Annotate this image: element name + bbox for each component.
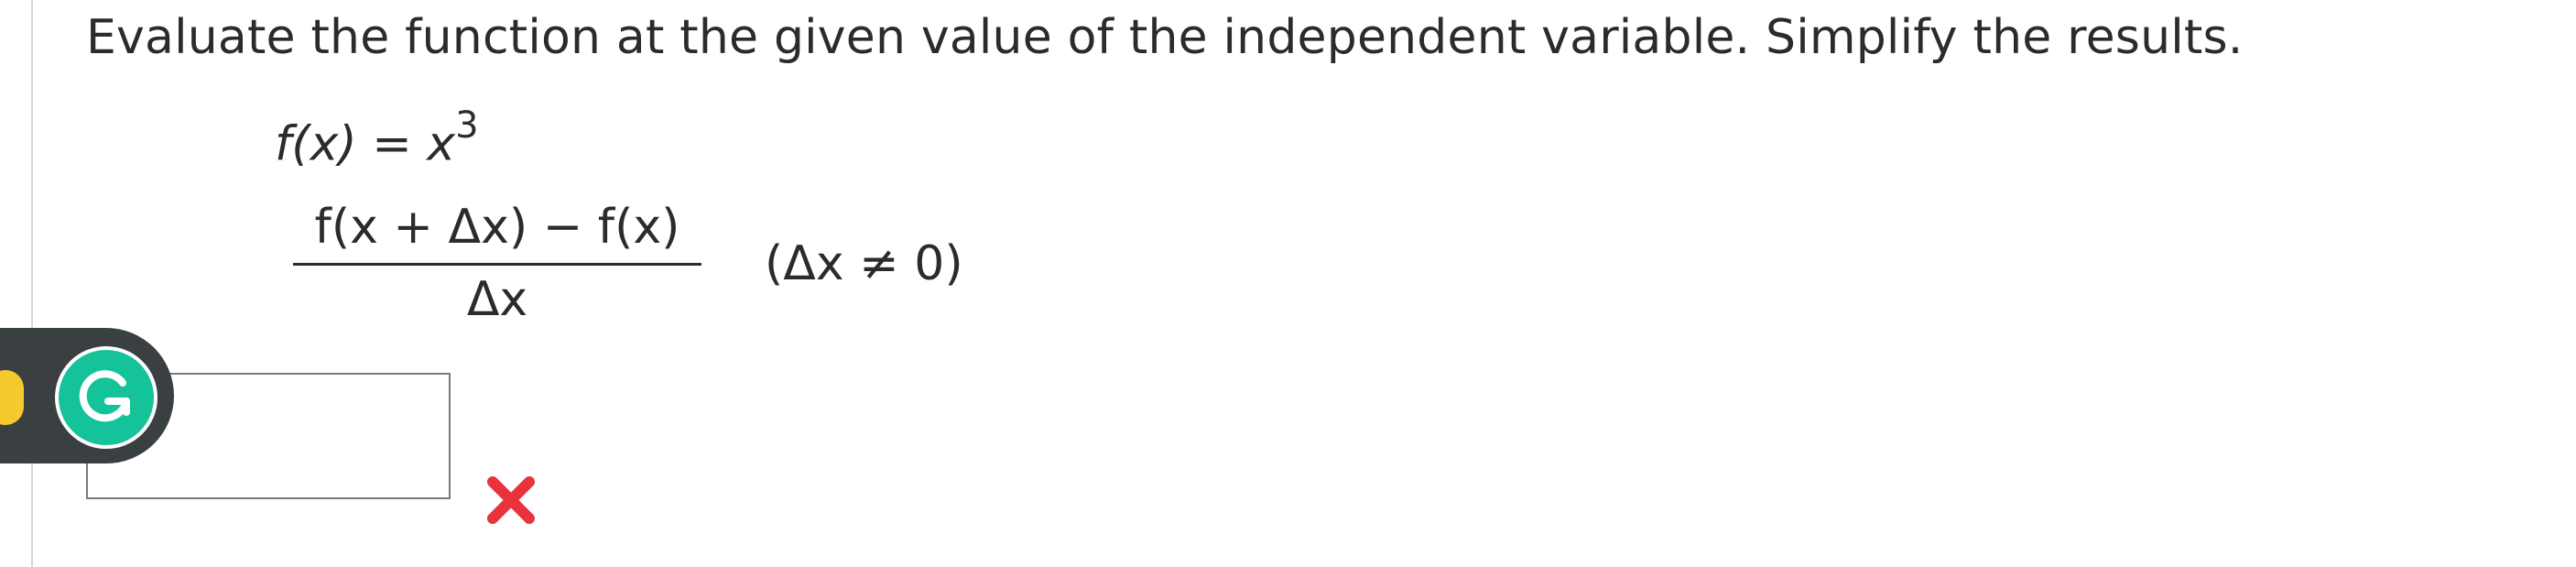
fraction-bar bbox=[293, 263, 701, 266]
left-divider bbox=[31, 0, 33, 567]
quotient-denominator: Δx bbox=[466, 272, 528, 327]
equals-sign: = bbox=[372, 116, 412, 172]
grammarly-g-icon[interactable] bbox=[55, 346, 158, 449]
function-definition: f(x) = x3 bbox=[275, 99, 479, 176]
delta-condition: (Δx ≠ 0) bbox=[765, 236, 963, 291]
question-prompt: Evaluate the function at the given value… bbox=[86, 10, 2244, 65]
incorrect-x-icon bbox=[487, 476, 535, 524]
difference-quotient: f(x + Δx) − f(x) Δx bbox=[293, 197, 701, 330]
function-exponent: 3 bbox=[455, 104, 479, 147]
lightbulb-icon[interactable] bbox=[0, 370, 24, 425]
function-name: f(x) bbox=[275, 116, 357, 172]
g-letter-icon bbox=[79, 370, 130, 422]
question-page: Evaluate the function at the given value… bbox=[0, 0, 2576, 567]
function-base: x bbox=[427, 116, 456, 172]
quotient-numerator: f(x + Δx) − f(x) bbox=[314, 200, 680, 255]
